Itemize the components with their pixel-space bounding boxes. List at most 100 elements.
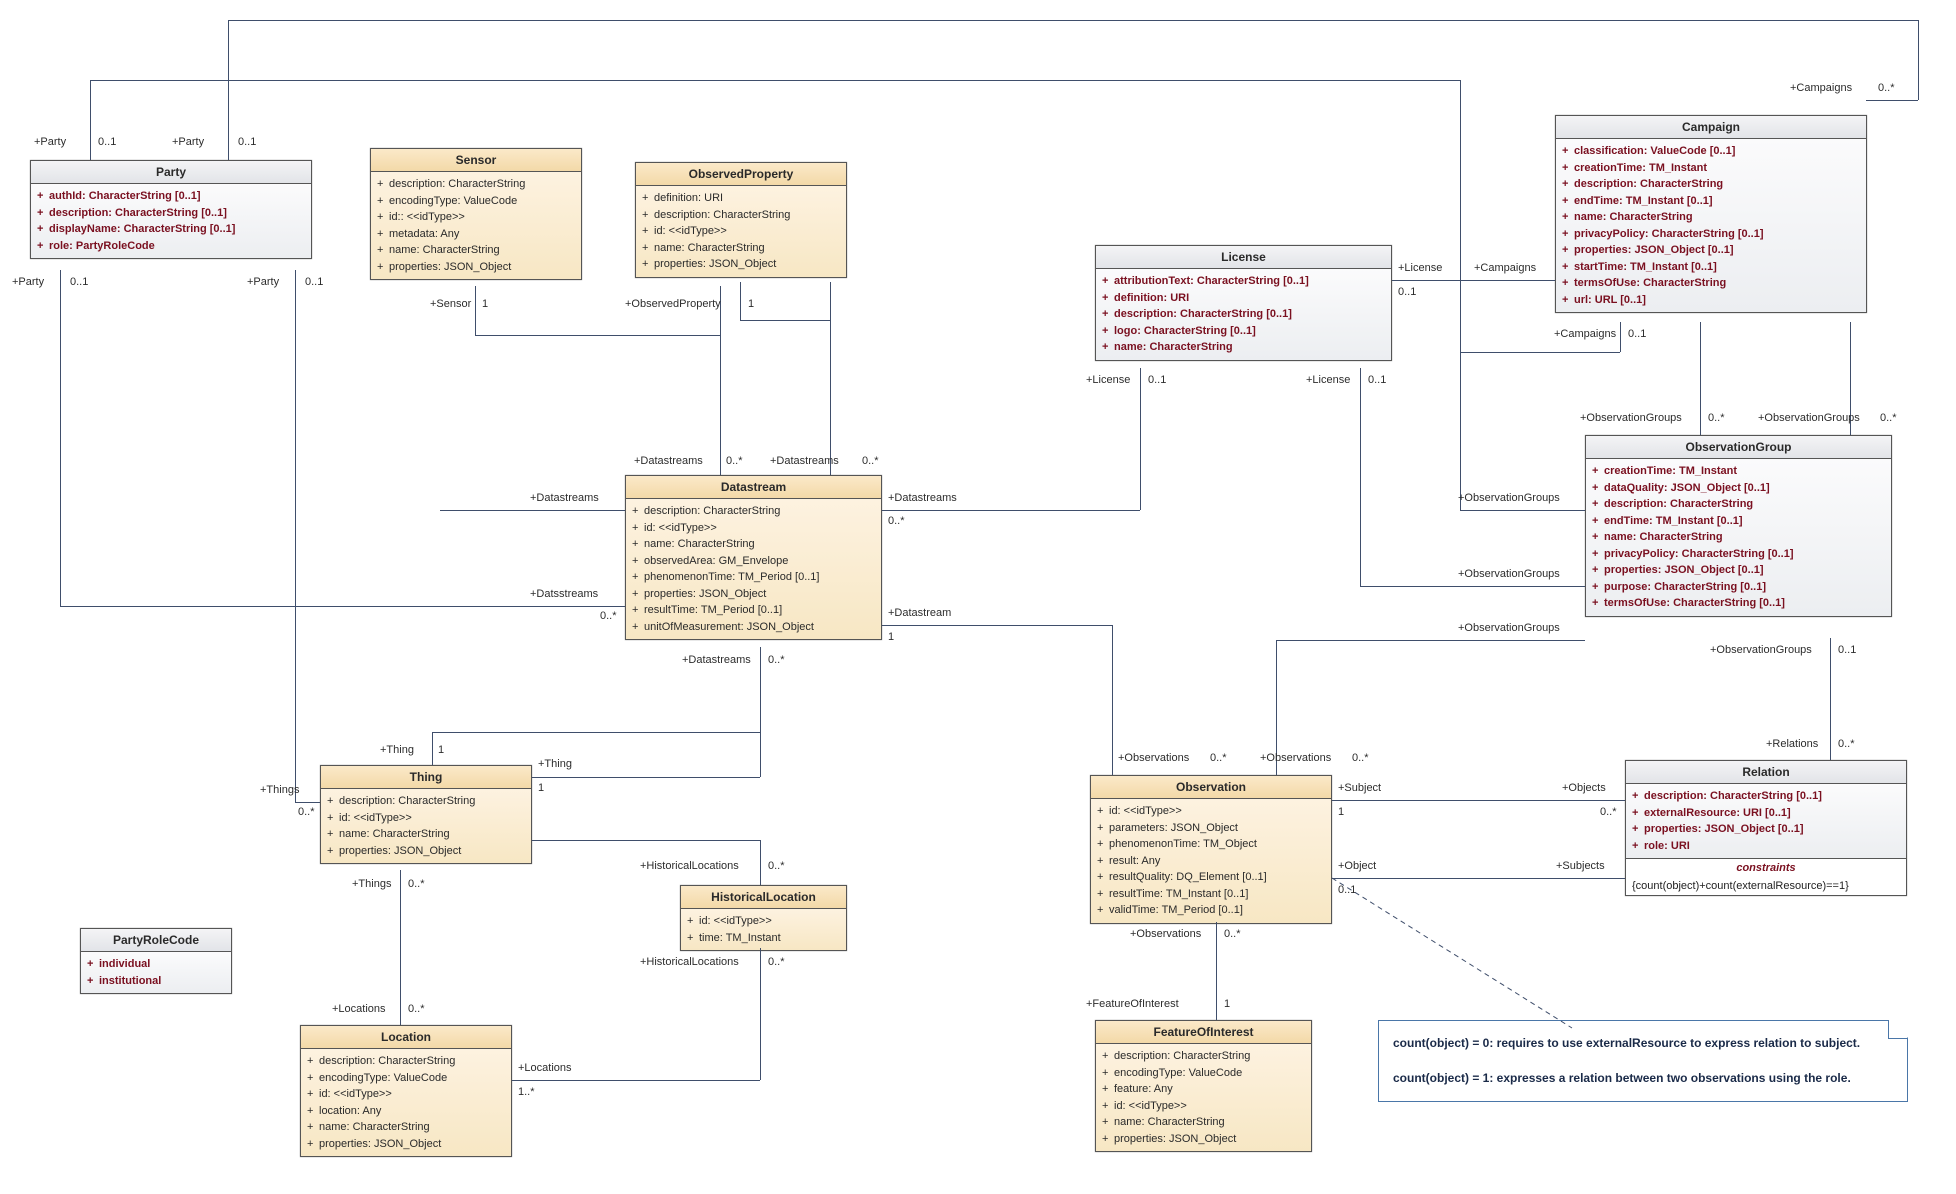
role-label: +ObservationGroups [1710,644,1812,656]
role-label: +ObservationGroups [1580,412,1682,424]
role-label: +Observations [1130,928,1201,940]
class-attrs: +creationTime: TM_Instant +dataQuality: … [1586,459,1891,616]
class-datastream: Datastream +description: CharacterString… [625,475,882,640]
class-attrs: +authId: CharacterString [0..1] +descrip… [31,184,311,258]
mult-label: 0..* [600,610,617,622]
class-featureofinterest: FeatureOfInterest +description: Characte… [1095,1020,1312,1152]
class-title: Observation [1091,776,1331,799]
role-label: +Datastreams [888,492,957,504]
mult-label: 0..* [1838,738,1855,750]
class-title: ObservationGroup [1586,436,1891,459]
class-campaign: Campaign +classification: ValueCode [0..… [1555,115,1867,313]
mult-label: 0..1 [1368,374,1386,386]
class-party: Party +authId: CharacterString [0..1] +d… [30,160,312,259]
note-fold-icon [1888,1020,1907,1039]
class-license: License +attributionText: CharacterStrin… [1095,245,1392,361]
class-thing: Thing +description: CharacterString +id:… [320,765,532,864]
role-label: +FeatureOfInterest [1086,998,1179,1010]
mult-label: 1 [888,631,894,643]
class-title: HistoricalLocation [681,886,846,909]
role-label: +Observations [1118,752,1189,764]
role-label: +Campaigns [1474,262,1536,274]
role-label: +Party [172,136,204,148]
role-label: +Campaigns [1554,328,1616,340]
class-partyrolecode: PartyRoleCode +individual +institutional [80,928,232,994]
mult-label: 1 [482,298,488,310]
mult-label: 0..1 [1338,884,1356,896]
mult-label: 0..* [1708,412,1725,424]
role-label: +Locations [518,1062,572,1074]
class-sensor: Sensor +description: CharacterString +en… [370,148,582,280]
mult-label: 0..* [1210,752,1227,764]
class-title: Campaign [1556,116,1866,139]
class-attrs: +description: CharacterString +id: <<idT… [321,789,531,863]
role-label: +Observations [1260,752,1331,764]
role-label: +ObservationGroups [1458,568,1560,580]
role-label: +Relations [1766,738,1818,750]
role-label: +Datastream [888,607,951,619]
mult-label: 0..* [298,806,315,818]
class-attrs: +id: <<idType>> +time: TM_Instant [681,909,846,950]
role-label: +Subjects [1556,860,1605,872]
role-label: +Subject [1338,782,1381,794]
class-attrs: +attributionText: CharacterString [0..1]… [1096,269,1391,360]
role-label: +Thing [538,758,572,770]
class-title: Datastream [626,476,881,499]
class-title: Party [31,161,311,184]
role-label: +Things [260,784,299,796]
mult-label: 1 [538,782,544,794]
class-location: Location +description: CharacterString +… [300,1025,512,1157]
class-title: ObservedProperty [636,163,846,186]
role-label: +Object [1338,860,1376,872]
class-historicallocation: HistoricalLocation +id: <<idType>> +time… [680,885,847,951]
mult-label: 0..1 [1398,286,1416,298]
class-attrs: +description: CharacterString +encodingT… [371,172,581,279]
class-attrs: +individual +institutional [81,952,231,993]
role-label: +HistoricalLocations [640,956,739,968]
mult-label: 0..1 [1148,374,1166,386]
class-attrs: +description: CharacterString +encodingT… [301,1049,511,1156]
role-label: +Datsstreams [530,588,598,600]
role-label: +Datastreams [770,455,839,467]
role-label: +ObservationGroups [1458,622,1560,634]
mult-label: 0..* [768,956,785,968]
mult-label: 1 [438,744,444,756]
class-title: License [1096,246,1391,269]
mult-label: 0..1 [98,136,116,148]
class-title: Location [301,1026,511,1049]
mult-label: 0..* [1600,806,1617,818]
class-attrs: +description: CharacterString +id: <<idT… [626,499,881,639]
class-relation: Relation +description: CharacterString [… [1625,760,1907,896]
class-title: Sensor [371,149,581,172]
role-label: +Datastreams [530,492,599,504]
class-title: PartyRoleCode [81,929,231,952]
mult-label: 1..* [518,1086,535,1098]
constraint-note: count(object) = 0: requires to use exter… [1378,1020,1908,1102]
mult-label: 1 [748,298,754,310]
constraints-title: constraints [1626,858,1906,877]
mult-label: 1 [1224,998,1230,1010]
mult-label: 0..* [1224,928,1241,940]
class-attrs: +definition: URI +description: Character… [636,186,846,277]
role-label: +Sensor [430,298,471,310]
role-label: +ObservedProperty [625,298,721,310]
mult-label: 0..* [1880,412,1897,424]
role-label: +Thing [380,744,414,756]
role-label: +Party [34,136,66,148]
role-label: +ObservationGroups [1458,492,1560,504]
role-label: +Objects [1562,782,1606,794]
mult-label: 0..* [768,654,785,666]
mult-label: 0..* [726,455,743,467]
role-label: +License [1086,374,1130,386]
class-observation: Observation +id: <<idType>> +parameters:… [1090,775,1332,924]
mult-label: 0..* [768,860,785,872]
class-title: Thing [321,766,531,789]
class-title: Relation [1626,761,1906,784]
mult-label: 0..1 [238,136,256,148]
mult-label: 0..* [862,455,879,467]
role-label: +Party [12,276,44,288]
class-title: FeatureOfInterest [1096,1021,1311,1044]
mult-label: 0..1 [1838,644,1856,656]
class-attrs: +classification: ValueCode [0..1] +creat… [1556,139,1866,312]
role-label: +ObservationGroups [1758,412,1860,424]
